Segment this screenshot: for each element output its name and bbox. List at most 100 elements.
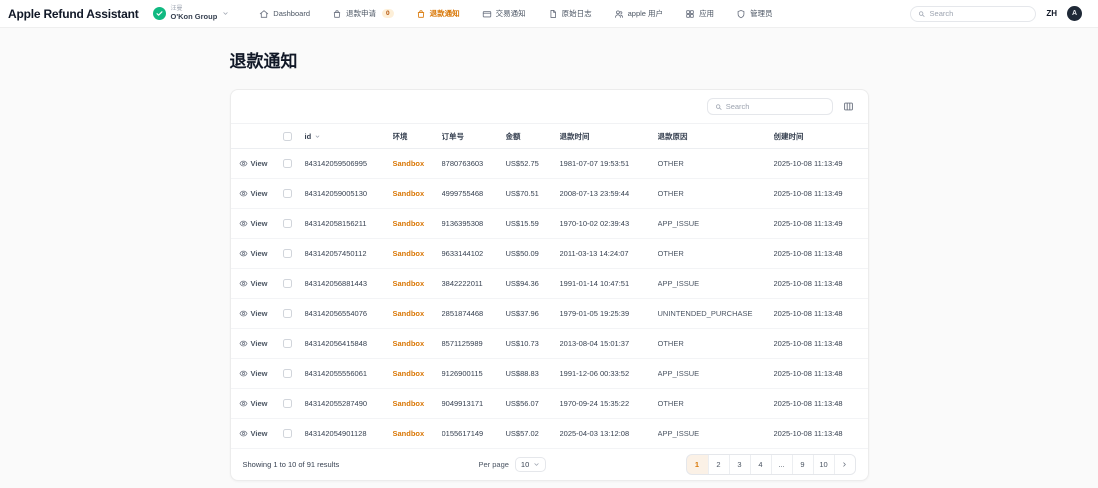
row-checkbox[interactable] <box>283 219 292 228</box>
user-avatar[interactable]: A <box>1067 6 1082 21</box>
column-header-order: 订单号 <box>442 131 506 142</box>
cell-order-number: 9126900115 <box>442 369 506 378</box>
sort-icon <box>314 133 321 140</box>
table-search-input[interactable] <box>726 102 825 111</box>
squares-icon <box>685 9 695 19</box>
page-button[interactable]: 1 <box>687 455 708 474</box>
nav-item-refund-notification[interactable]: 退款通知 <box>416 8 460 19</box>
environment-link[interactable]: Sandbox <box>393 399 425 408</box>
environment-link[interactable]: Sandbox <box>393 189 425 198</box>
view-button[interactable]: View <box>239 189 268 198</box>
row-checkbox[interactable] <box>283 249 292 258</box>
cell-amount: US$52.75 <box>506 159 560 168</box>
environment-link[interactable]: Sandbox <box>393 429 425 438</box>
page-button[interactable]: ... <box>771 455 792 474</box>
topbar: Apple Refund Assistant 汪曼 O'Kon Group Da… <box>0 0 1098 28</box>
cell-reason: OTHER <box>658 159 774 168</box>
cell-reason: APP_ISSUE <box>658 429 774 438</box>
cell-refund-time: 2008-07-13 23:59:44 <box>560 189 658 198</box>
nav-item-raw-logs[interactable]: 原始日志 <box>548 8 592 19</box>
environment-link[interactable]: Sandbox <box>393 219 425 228</box>
table-row: View 843142056415848 Sandbox 8571125989 … <box>231 329 868 359</box>
row-checkbox[interactable] <box>283 279 292 288</box>
table-row: View 843142057450112 Sandbox 9633144102 … <box>231 239 868 269</box>
nav-label: 管理员 <box>750 8 773 19</box>
page-button[interactable]: 10 <box>813 455 834 474</box>
view-label: View <box>251 159 268 168</box>
nav-item-transaction-notification[interactable]: 交易通知 <box>482 8 526 19</box>
page-button[interactable]: 4 <box>750 455 771 474</box>
row-checkbox[interactable] <box>283 159 292 168</box>
nav-item-admins[interactable]: 管理员 <box>736 8 773 19</box>
view-button[interactable]: View <box>239 399 268 408</box>
cell-order-number: 2851874468 <box>442 309 506 318</box>
page-button[interactable]: 3 <box>729 455 750 474</box>
table-footer: Showing 1 to 10 of 91 results Per page 1… <box>231 449 868 480</box>
view-button[interactable]: View <box>239 159 268 168</box>
global-search-input[interactable] <box>930 9 1029 18</box>
row-checkbox[interactable] <box>283 429 292 438</box>
table-row: View 843142058156211 Sandbox 9136395308 … <box>231 209 868 239</box>
column-header-id[interactable]: id <box>305 132 393 141</box>
column-toggle-button[interactable] <box>841 99 856 114</box>
cell-created-time: 2025-10-08 11:13:48 <box>774 279 868 288</box>
global-search[interactable] <box>910 6 1036 22</box>
cell-order-number: 9633144102 <box>442 249 506 258</box>
per-page-label: Per page <box>478 460 508 469</box>
cell-id: 843142059005130 <box>305 189 393 198</box>
nav-item-dashboard[interactable]: Dashboard <box>259 9 310 19</box>
tenant-switcher[interactable]: 汪曼 O'Kon Group <box>153 6 230 22</box>
nav-item-refund-request[interactable]: 退款申请 0 <box>332 8 394 19</box>
view-button[interactable]: View <box>239 339 268 348</box>
view-button[interactable]: View <box>239 369 268 378</box>
cell-id: 843142056415848 <box>305 339 393 348</box>
view-button[interactable]: View <box>239 309 268 318</box>
cell-created-time: 2025-10-08 11:13:49 <box>774 189 868 198</box>
page-button[interactable]: 9 <box>792 455 813 474</box>
row-checkbox[interactable] <box>283 369 292 378</box>
language-toggle[interactable]: ZH <box>1046 9 1057 18</box>
environment-link[interactable]: Sandbox <box>393 249 425 258</box>
row-checkbox[interactable] <box>283 399 292 408</box>
page-button[interactable]: 2 <box>708 455 729 474</box>
row-checkbox[interactable] <box>283 309 292 318</box>
table-row: View 843142056554076 Sandbox 2851874468 … <box>231 299 868 329</box>
per-page-select[interactable]: 10 <box>515 457 546 472</box>
table-row: View 843142055556061 Sandbox 9126900115 … <box>231 359 868 389</box>
row-checkbox[interactable] <box>283 339 292 348</box>
cell-created-time: 2025-10-08 11:13:48 <box>774 309 868 318</box>
eye-icon <box>239 339 248 348</box>
row-checkbox[interactable] <box>283 189 292 198</box>
check-icon <box>153 7 166 20</box>
next-page-button[interactable] <box>834 455 855 474</box>
view-label: View <box>251 249 268 258</box>
nav-item-apps[interactable]: 应用 <box>685 8 714 19</box>
view-button[interactable]: View <box>239 429 268 438</box>
view-button[interactable]: View <box>239 219 268 228</box>
environment-link[interactable]: Sandbox <box>393 309 425 318</box>
cell-id: 843142057450112 <box>305 249 393 258</box>
view-button[interactable]: View <box>239 249 268 258</box>
cell-order-number: 9136395308 <box>442 219 506 228</box>
view-label: View <box>251 399 268 408</box>
view-label: View <box>251 309 268 318</box>
cell-reason: APP_ISSUE <box>658 369 774 378</box>
environment-link[interactable]: Sandbox <box>393 339 425 348</box>
table-search[interactable] <box>707 98 833 115</box>
top-nav: Dashboard 退款申请 0 退款通知 交易通知 原始日志 apple 用户… <box>259 8 772 19</box>
cell-id: 843142055287490 <box>305 399 393 408</box>
nav-item-apple-users[interactable]: apple 用户 <box>614 8 663 19</box>
cell-refund-time: 1979-01-05 19:25:39 <box>560 309 658 318</box>
cell-id: 843142059506995 <box>305 159 393 168</box>
cell-reason: OTHER <box>658 189 774 198</box>
view-button[interactable]: View <box>239 279 268 288</box>
select-all-checkbox[interactable] <box>283 132 292 141</box>
table-header: id 环境 订单号 金额 退款时间 退款原因 创建时间 <box>231 123 868 149</box>
cell-refund-time: 1970-09-24 15:35:22 <box>560 399 658 408</box>
environment-link[interactable]: Sandbox <box>393 369 425 378</box>
cell-refund-time: 2025-04-03 13:12:08 <box>560 429 658 438</box>
eye-icon <box>239 189 248 198</box>
tenant-group: O'Kon Group <box>171 13 218 22</box>
environment-link[interactable]: Sandbox <box>393 279 425 288</box>
environment-link[interactable]: Sandbox <box>393 159 425 168</box>
